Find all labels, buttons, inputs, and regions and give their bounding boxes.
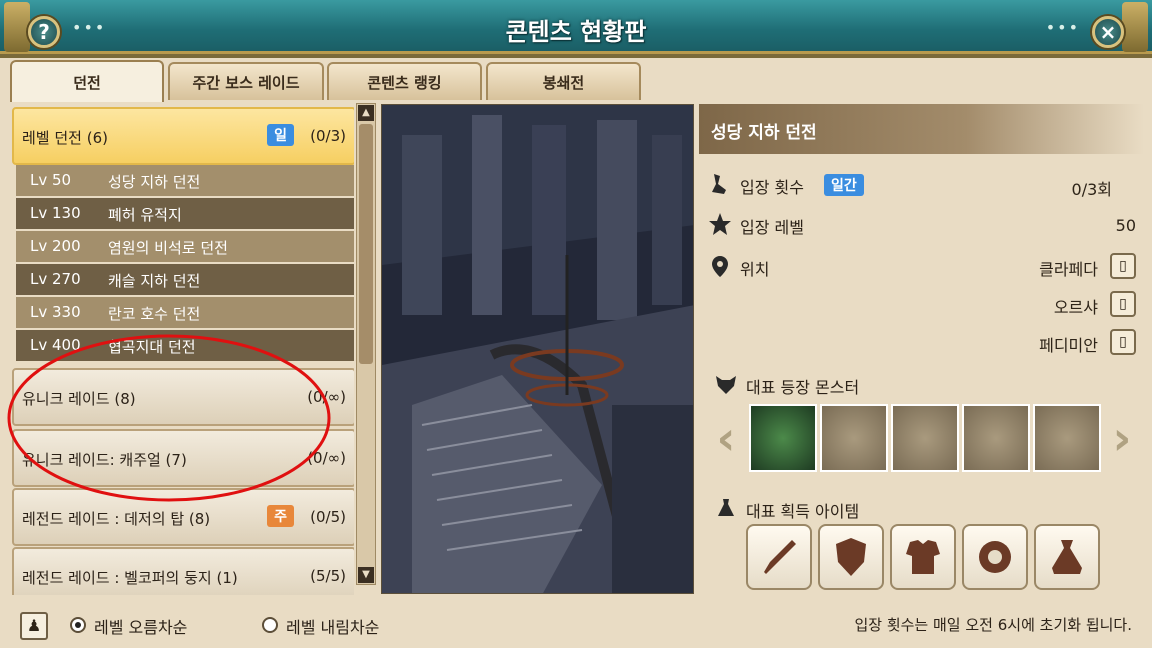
monster-slot-empty [1033, 404, 1101, 472]
dungeon-row[interactable]: Lv 50 성당 지하 던전 [16, 165, 354, 196]
dungeon-detail-title: 성당 지하 던전 [699, 104, 1144, 154]
monster-slot-empty [820, 404, 888, 472]
close-icon: × [1099, 20, 1117, 44]
monster-section-label: 대표 등장 몬스터 [746, 378, 860, 397]
close-button[interactable]: × [1092, 16, 1124, 48]
item-shield[interactable] [818, 524, 884, 590]
content-list: 레벨 던전 (6) 일 (0/3) Lv 50 성당 지하 던전 Lv 130 … [8, 103, 354, 595]
bottom-bar: ♟ 레벨 오름차순 레벨 내림차순 입장 횟수는 매일 오전 6시에 초기화 됩… [0, 600, 1152, 648]
sort-desc-radio[interactable] [262, 617, 278, 633]
location-name: 오르샤 [1053, 298, 1098, 317]
dungeon-name: 캐슬 지하 던전 [108, 272, 201, 290]
star-level-icon [709, 213, 731, 235]
reset-note: 입장 횟수는 매일 오전 6시에 초기화 됩니다. [854, 616, 1132, 634]
dungeon-name: 성당 지하 던전 [108, 173, 201, 191]
monster-next-icon[interactable]: › [1106, 410, 1138, 466]
dungeon-level: Lv 50 [30, 171, 72, 189]
tab-weekly-boss-raid[interactable]: 주간 보스 레이드 [168, 62, 324, 100]
sort-asc-label[interactable]: 레벨 오름차순 [94, 614, 187, 638]
dungeon-name: 염원의 비석로 던전 [108, 239, 228, 257]
list-scrollbar[interactable]: ▲ ▼ [356, 103, 376, 585]
entry-level-value: 50 [1115, 216, 1136, 235]
dungeon-preview-image [381, 104, 694, 594]
dungeon-scene-art [382, 105, 693, 593]
category-count: (0/5) [310, 508, 346, 526]
dungeon-level: Lv 330 [30, 303, 81, 321]
map-icon[interactable]: ▯ [1110, 329, 1136, 355]
scroll-up-icon[interactable]: ▲ [358, 105, 374, 121]
window-title: 콘텐츠 현황판 [505, 18, 647, 46]
category-legend-raid-nest[interactable]: 레전드 레이드 : 벨코퍼의 둥지 (1) (5/5) [12, 547, 354, 595]
sort-desc-label[interactable]: 레벨 내림차순 [286, 614, 379, 638]
dungeon-row[interactable]: Lv 330 란코 호수 던전 [16, 297, 354, 328]
item-gauntlet[interactable] [962, 524, 1028, 590]
monster-slot-empty [962, 404, 1030, 472]
monster-slot-empty [891, 404, 959, 472]
monster-icon [716, 376, 736, 394]
sort-asc-radio[interactable] [70, 617, 86, 633]
dungeon-name: 폐허 유적지 [108, 206, 182, 224]
daily-badge: 일간 [824, 174, 864, 196]
daily-badge: 일 [267, 124, 294, 146]
category-unique-raid[interactable]: 유니크 레이드 (8) (0/∞) [12, 368, 354, 426]
title-dots-right: ••• [1045, 18, 1080, 37]
entry-count-value: 0/3회 [1071, 180, 1112, 199]
item-bag-icon [718, 499, 734, 516]
dungeon-row[interactable]: Lv 200 염원의 비석로 던전 [16, 231, 354, 262]
monster-portrait[interactable] [749, 404, 817, 472]
category-level-dungeon[interactable]: 레벨 던전 (6) 일 (0/3) [12, 107, 354, 165]
category-count: (0/∞) [307, 388, 346, 406]
armor-icon [906, 540, 940, 574]
category-name: 레전드 레이드 : 데저의 탑 (8) [22, 510, 211, 528]
weekly-badge: 주 [267, 505, 294, 527]
dungeon-level: Lv 400 [30, 336, 81, 354]
entry-count-label: 입장 횟수 [740, 178, 804, 197]
category-legend-raid-tower[interactable]: 레전드 레이드 : 데저의 탑 (8) 주 (0/5) [12, 488, 354, 546]
dungeon-name: 란코 호수 던전 [108, 305, 201, 323]
dungeon-row[interactable]: Lv 270 캐슬 지하 던전 [16, 264, 354, 295]
dungeon-level: Lv 130 [30, 204, 81, 222]
entry-level-label: 입장 레벨 [740, 218, 804, 237]
item-dagger[interactable] [746, 524, 812, 590]
monster-prev-icon[interactable]: ‹ [710, 410, 742, 466]
title-bar: ? ••• 콘텐츠 현황판 ••• × [0, 0, 1152, 58]
item-pouch[interactable] [1034, 524, 1100, 590]
location-name: 클라페다 [1039, 260, 1098, 279]
category-count: (0/3) [310, 127, 346, 145]
scroll-down-icon[interactable]: ▼ [358, 567, 374, 583]
dungeon-row[interactable]: Lv 400 협곡지대 던전 [16, 330, 354, 361]
item-armor[interactable] [890, 524, 956, 590]
category-count: (0/∞) [307, 449, 346, 467]
dungeon-level: Lv 200 [30, 237, 81, 255]
map-icon[interactable]: ▯ [1110, 253, 1136, 279]
category-name: 유니크 레이드: 캐주얼 (7) [22, 451, 187, 469]
gauntlet-icon [979, 541, 1011, 573]
category-unique-raid-casual[interactable]: 유니크 레이드: 캐주얼 (7) (0/∞) [12, 429, 354, 487]
location-label: 위치 [740, 260, 770, 279]
category-count: (5/5) [310, 567, 346, 585]
shield-icon [836, 538, 866, 576]
pouch-icon [1052, 540, 1082, 574]
tab-lockdown[interactable]: 봉쇄전 [486, 62, 641, 100]
location-pin-icon [712, 256, 728, 277]
boot-icon [712, 174, 726, 194]
character-icon[interactable]: ♟ [20, 612, 48, 640]
category-name: 유니크 레이드 (8) [22, 390, 136, 408]
tab-content-ranking[interactable]: 콘텐츠 랭킹 [327, 62, 482, 100]
scroll-thumb[interactable] [359, 124, 373, 364]
item-section-label: 대표 획득 아이템 [746, 502, 860, 521]
tab-dungeon[interactable]: 던전 [10, 60, 164, 102]
dungeon-name: 협곡지대 던전 [108, 338, 196, 356]
category-name: 레전드 레이드 : 벨코퍼의 둥지 (1) [22, 569, 238, 587]
map-icon[interactable]: ▯ [1110, 291, 1136, 317]
dungeon-level: Lv 270 [30, 270, 81, 288]
location-name: 페디미안 [1039, 336, 1098, 355]
category-name: 레벨 던전 (6) [22, 129, 108, 147]
dungeon-row[interactable]: Lv 130 폐허 유적지 [16, 198, 354, 229]
dagger-icon [764, 540, 796, 574]
